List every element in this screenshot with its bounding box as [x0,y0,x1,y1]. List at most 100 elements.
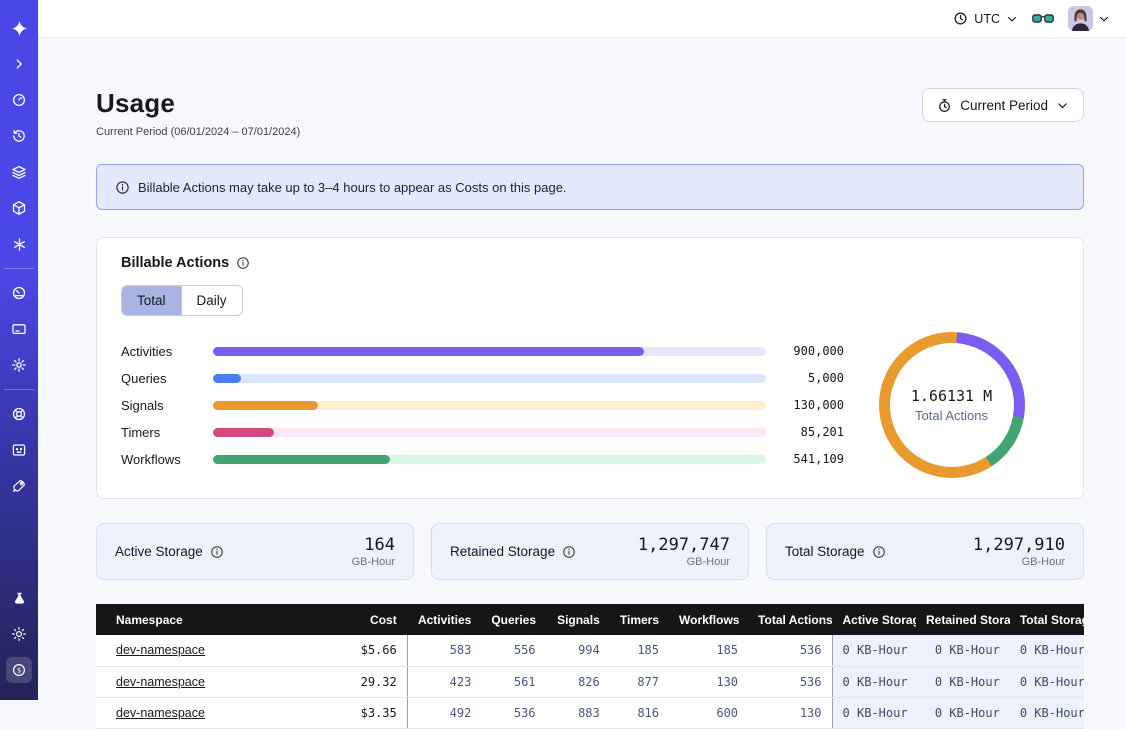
credit-card-icon[interactable] [6,316,32,342]
table-row: dev-namespace29.324235618268771305360 KB… [96,666,1084,697]
chevron-right-expand-icon[interactable] [6,51,32,77]
active-storage-value: 164 [352,535,395,555]
column-header-total_storage: Total Storage [1010,604,1084,635]
info-icon [210,545,224,559]
column-header-queries: Queries [481,604,545,635]
chevron-down-icon [1098,13,1110,25]
terminal-face-icon[interactable] [6,437,32,463]
info-banner: Billable Actions may take up to 3–4 hour… [96,164,1084,210]
glasses-icon[interactable] [1032,11,1054,27]
cell-signals: 994 [546,635,610,666]
cell-activities: 583 [407,635,481,666]
column-header-namespace: Namespace [96,604,318,635]
layers-icon[interactable] [6,159,32,185]
column-header-workflows: Workflows [669,604,748,635]
table-row: dev-namespace$5.665835569941851855360 KB… [96,635,1084,666]
cell-total_storage: 0 KB-Hour [1010,697,1084,728]
namespace-link[interactable]: dev-namespace [116,706,205,720]
cell-activities: 423 [407,666,481,697]
billable-actions-title: Billable Actions [121,255,229,271]
bar-track [213,428,766,437]
storage-summary-row: Active Storage 164 GB-Hour Retained Stor… [96,523,1084,580]
cell-namespace: dev-namespace [96,635,318,666]
total-storage-card: Total Storage 1,297,910 GB-Hour [766,523,1084,580]
bar-fill [213,374,241,383]
cell-queries: 556 [481,635,545,666]
bar-track [213,374,766,383]
namespace-link[interactable]: dev-namespace [116,643,205,657]
cell-total_storage: 0 KB-Hour [1010,635,1084,666]
cell-namespace: dev-namespace [96,666,318,697]
cell-timers: 877 [610,666,669,697]
cell-active_storage: 0 KB-Hour [832,697,916,728]
cell-retained_storage: 0 KB-Hour [916,697,1010,728]
info-icon [236,256,250,270]
cell-cost: 29.32 [318,666,407,697]
top-bar: UTC [38,0,1126,38]
sidebar-divider [4,389,34,390]
chevron-down-icon [1006,13,1018,25]
user-avatar[interactable] [1068,6,1093,31]
bar-fill [213,428,274,437]
bar-label: Timers [121,425,213,440]
bar-value: 85,201 [766,425,844,439]
namespace-usage-table: NamespaceCostActivitiesQueriesSignalsTim… [96,604,1084,729]
cell-queries: 536 [481,697,545,728]
cell-timers: 185 [610,635,669,666]
billable-actions-bar-chart: Activities900,000Queries5,000Signals130,… [121,338,844,473]
rocket-icon[interactable] [6,473,32,499]
total-storage-value: 1,297,910 [973,535,1065,555]
temporal-logo-icon[interactable] [6,15,32,41]
namespace-link[interactable]: dev-namespace [116,675,205,689]
cell-namespace: dev-namespace [96,697,318,728]
gauge-icon[interactable] [6,280,32,306]
sidebar: $ [0,0,38,700]
bar-track [213,347,766,356]
column-header-cost: Cost [318,604,407,635]
retained-storage-label: Retained Storage [450,544,555,559]
timezone-selector[interactable]: UTC [953,11,1018,26]
cube-icon[interactable] [6,195,32,221]
total-actions-donut-chart: 1.66131 M Total Actions [879,332,1025,478]
tab-total[interactable]: Total [122,286,181,315]
cell-active_storage: 0 KB-Hour [832,666,916,697]
table-row: dev-namespace$3.354925368838166001300 KB… [96,697,1084,728]
column-header-timers: Timers [610,604,669,635]
bar-track [213,401,766,410]
total-storage-unit: GB-Hour [973,556,1065,568]
sun-icon[interactable] [6,621,32,647]
cell-total_actions: 536 [748,635,832,666]
user-menu[interactable] [1068,6,1110,31]
info-banner-text: Billable Actions may take up to 3–4 hour… [138,180,567,195]
flask-icon[interactable] [6,585,32,611]
period-subtitle: Current Period (06/01/2024 – 07/01/2024) [96,126,300,138]
page-title: Usage [96,88,300,119]
bar-label: Workflows [121,452,213,467]
cell-workflows: 600 [669,697,748,728]
bar-track [213,455,766,464]
history-timer-icon[interactable] [6,123,32,149]
spiral-icon[interactable] [6,87,32,113]
tab-daily[interactable]: Daily [181,286,242,315]
timezone-label: UTC [974,12,1000,26]
period-dropdown-label: Current Period [960,98,1048,113]
bar-label: Activities [121,344,213,359]
cell-activities: 492 [407,697,481,728]
active-storage-card: Active Storage 164 GB-Hour [96,523,414,580]
period-dropdown-button[interactable]: Current Period [922,88,1084,122]
retained-storage-value: 1,297,747 [638,535,730,555]
bar-fill [213,347,644,356]
dollar-coin-icon[interactable]: $ [6,657,32,683]
lifebuoy-icon[interactable] [6,401,32,427]
column-header-signals: Signals [546,604,610,635]
billable-actions-card: Billable Actions TotalDaily Activities90… [96,237,1084,499]
cell-cost: $5.66 [318,635,407,666]
cell-signals: 883 [546,697,610,728]
gear-icon[interactable] [6,352,32,378]
bar-fill [213,401,318,410]
bar-value: 5,000 [766,371,844,385]
asterisk-icon[interactable] [6,231,32,257]
cell-retained_storage: 0 KB-Hour [916,666,1010,697]
info-icon [115,180,130,195]
cell-retained_storage: 0 KB-Hour [916,635,1010,666]
